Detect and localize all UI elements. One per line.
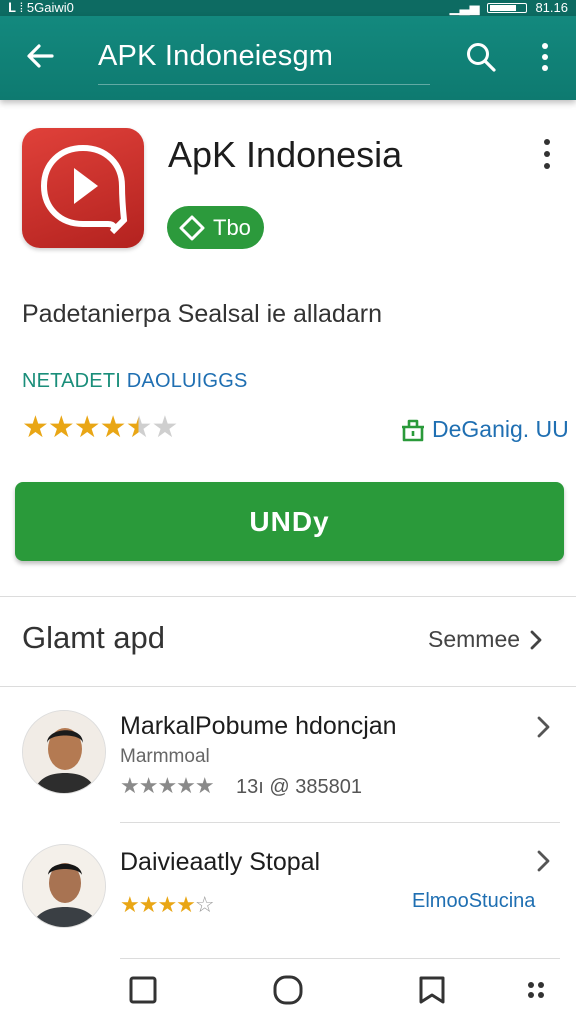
list-item[interactable]: MarkalPobume hdoncjan Marmmoal ★★★★★ 13ı… bbox=[0, 700, 576, 820]
app-bar-title[interactable]: APK Indoneiesgm bbox=[98, 40, 333, 73]
developer-link[interactable]: DeGanig. UU bbox=[400, 416, 569, 443]
search-icon[interactable] bbox=[464, 40, 498, 74]
category-secondary[interactable]: DAOLUIGGS bbox=[127, 370, 248, 392]
signal-icon: ▁▃▅ bbox=[449, 0, 480, 15]
badge-label: Tbo bbox=[213, 214, 251, 240]
person-photo-icon bbox=[23, 845, 105, 927]
category-line: NETADETI DAOLUIGGS bbox=[22, 370, 248, 393]
app-overflow-icon[interactable] bbox=[532, 136, 562, 172]
list-item-subtitle: Marmmoal bbox=[120, 746, 210, 767]
person-photo-icon bbox=[23, 711, 105, 793]
rating-half: ★ bbox=[125, 411, 153, 444]
row-divider bbox=[120, 958, 560, 959]
back-arrow-icon[interactable] bbox=[22, 38, 58, 74]
list-divider bbox=[0, 686, 576, 687]
app-icon[interactable] bbox=[22, 128, 144, 248]
square-nav-icon[interactable] bbox=[127, 974, 159, 1006]
app-name: ApK Indonesia bbox=[168, 134, 403, 175]
list-item-stars: ★★★★☆ bbox=[120, 892, 215, 918]
navigation-bar bbox=[0, 960, 576, 1024]
editor-badge[interactable]: Tbo bbox=[167, 206, 264, 249]
status-bar: 𝐋 ⁞ 5Gaiwi0 ▁▃▅ 81.16 bbox=[0, 0, 576, 16]
app-description: Padetanierpa Sealsal ie alladarn bbox=[22, 300, 382, 328]
title-underline bbox=[98, 84, 430, 85]
chevron-right-icon bbox=[530, 630, 542, 649]
rating-filled: ★★★★ bbox=[22, 411, 127, 444]
list-item-title: Daivieaatly Stopal bbox=[120, 848, 321, 876]
row-divider bbox=[120, 822, 560, 823]
see-more-label: Semmee bbox=[428, 626, 521, 652]
chevron-right-icon bbox=[537, 716, 550, 738]
developer-icon bbox=[402, 419, 424, 441]
circle-nav-icon[interactable] bbox=[272, 974, 304, 1006]
category-primary[interactable]: NETADETI bbox=[22, 370, 121, 392]
list-item-meta: 13ı @ 385801 bbox=[236, 776, 362, 798]
chevron-right-icon bbox=[537, 850, 550, 872]
rating-empty: ★ bbox=[151, 411, 178, 444]
list-item-title: MarkalPobume hdoncjan bbox=[120, 712, 397, 740]
avatar bbox=[22, 844, 106, 928]
list-item-link[interactable]: ElmooStucina bbox=[412, 890, 535, 913]
list-item[interactable]: Daivieaatly Stopal ★★★★☆ ElmooStucina bbox=[0, 834, 576, 954]
see-more-link[interactable]: Semmee bbox=[428, 626, 544, 653]
section-divider bbox=[0, 596, 576, 597]
list-item-stars: ★★★★★ bbox=[120, 773, 215, 798]
shield-icon bbox=[179, 215, 205, 240]
status-left-text: 𝐋 ⁞ 5Gaiwi0 bbox=[8, 0, 74, 15]
stars-empty: ☆ bbox=[194, 892, 215, 917]
clock: 81.16 bbox=[535, 0, 568, 15]
apps-grid-icon[interactable] bbox=[520, 974, 552, 1006]
play-icon bbox=[40, 144, 128, 235]
avatar bbox=[22, 710, 106, 794]
overflow-menu-icon[interactable] bbox=[530, 40, 560, 74]
app-bar: APK Indoneiesgm bbox=[0, 16, 576, 100]
install-button[interactable]: UNDy bbox=[15, 482, 564, 561]
section-title: Glamt apd bbox=[22, 620, 166, 655]
developer-name: DeGanig. UU bbox=[432, 416, 569, 442]
stars-filled: ★★★★ bbox=[120, 892, 196, 917]
rating-stars: ★★★★★★ bbox=[22, 410, 178, 445]
battery-icon bbox=[487, 3, 528, 13]
status-right: ▁▃▅ 81.16 bbox=[449, 0, 568, 16]
bookmark-nav-icon[interactable] bbox=[416, 974, 448, 1006]
